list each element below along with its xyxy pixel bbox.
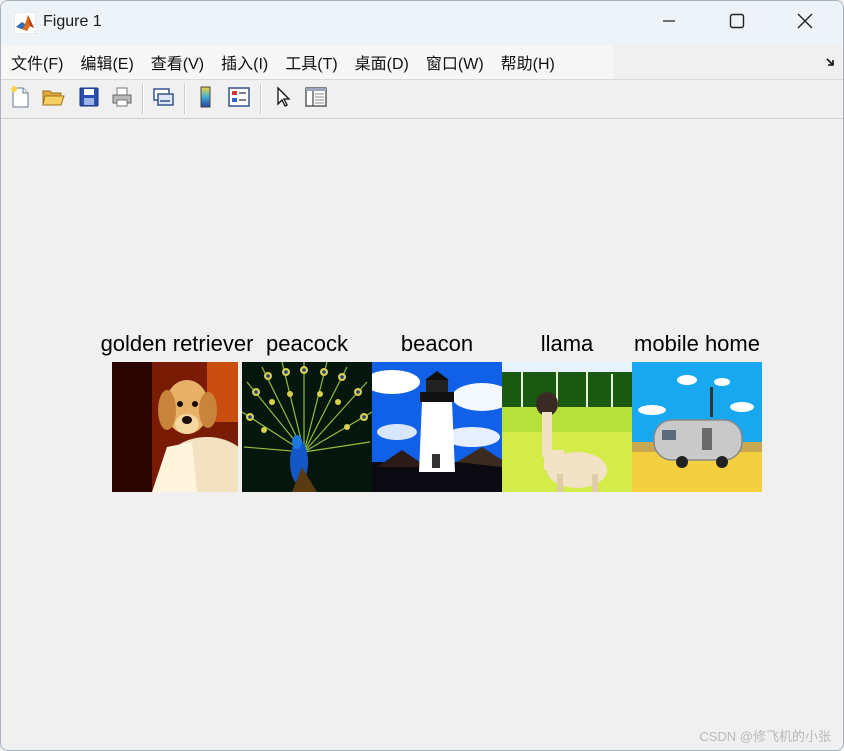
maximize-button[interactable] <box>703 1 771 45</box>
title-bar: Figure 1 <box>1 1 843 45</box>
legend-icon <box>227 85 251 114</box>
menu-help[interactable]: 帮助(H) <box>492 50 563 74</box>
subplot-title-4: llama <box>540 331 594 356</box>
maximize-icon <box>729 13 745 34</box>
subplot-title-5: mobile home <box>634 331 760 356</box>
menu-desktop[interactable]: 桌面(D) <box>346 50 417 74</box>
insert-legend-button[interactable] <box>225 85 253 113</box>
figure-canvas: golden retriever peacock beacon llama mo… <box>1 119 843 750</box>
menu-view[interactable]: 查看(V) <box>142 50 212 74</box>
printer-icon <box>110 85 134 114</box>
menu-insert[interactable]: 插入(I) <box>212 50 276 74</box>
link-plot-button[interactable] <box>149 85 177 113</box>
link-plot-icon <box>151 85 175 114</box>
mobile-home-image[interactable] <box>632 362 762 492</box>
property-panel-icon <box>304 85 328 114</box>
window-title: Figure 1 <box>43 13 102 30</box>
dock-figure-icon[interactable] <box>825 55 837 67</box>
toolbar-separator <box>184 84 186 114</box>
edit-plot-button[interactable] <box>269 85 297 113</box>
close-icon <box>797 13 813 34</box>
golden-retriever-image[interactable] <box>112 362 242 492</box>
menu-bar: 文件(F) 编辑(E) 查看(V) 插入(I) 工具(T) 桌面(D) 窗口(W… <box>1 45 613 79</box>
new-figure-button[interactable] <box>6 85 34 113</box>
menu-bar-filler <box>613 45 843 79</box>
open-file-button[interactable] <box>39 85 67 113</box>
menu-tools[interactable]: 工具(T) <box>276 50 345 74</box>
matlab-icon <box>13 11 37 35</box>
minimize-button[interactable] <box>635 1 703 45</box>
folder-open-icon <box>41 85 65 114</box>
insert-colorbar-button[interactable] <box>192 85 220 113</box>
menu-file[interactable]: 文件(F) <box>1 50 71 74</box>
subplot-title-3: beacon <box>400 331 474 356</box>
minimize-icon <box>662 14 676 33</box>
save-button[interactable] <box>75 85 103 113</box>
beacon-image[interactable] <box>372 362 502 492</box>
toolbar <box>1 80 843 118</box>
subplot-title-1: golden retriever <box>100 331 254 356</box>
menu-edit[interactable]: 编辑(E) <box>71 50 141 74</box>
save-icon <box>77 85 101 114</box>
pointer-arrow-icon <box>271 85 295 114</box>
figure-window: Figure 1 文件(F) 编辑(E) 查看(V) 插入(I) 工具(T) 桌… <box>0 0 844 751</box>
subplot-title-2: peacock <box>266 331 348 356</box>
llama-image[interactable] <box>502 362 632 492</box>
new-file-icon <box>8 85 32 114</box>
toolbar-separator <box>260 84 262 114</box>
menu-window[interactable]: 窗口(W) <box>417 50 492 74</box>
toolbar-separator <box>142 84 144 114</box>
print-button[interactable] <box>108 85 136 113</box>
watermark: CSDN @修飞机的小张 <box>699 729 831 744</box>
close-button[interactable] <box>771 1 839 45</box>
property-inspector-button[interactable] <box>302 85 330 113</box>
peacock-image[interactable] <box>242 362 372 492</box>
colorbar-icon <box>194 85 218 114</box>
